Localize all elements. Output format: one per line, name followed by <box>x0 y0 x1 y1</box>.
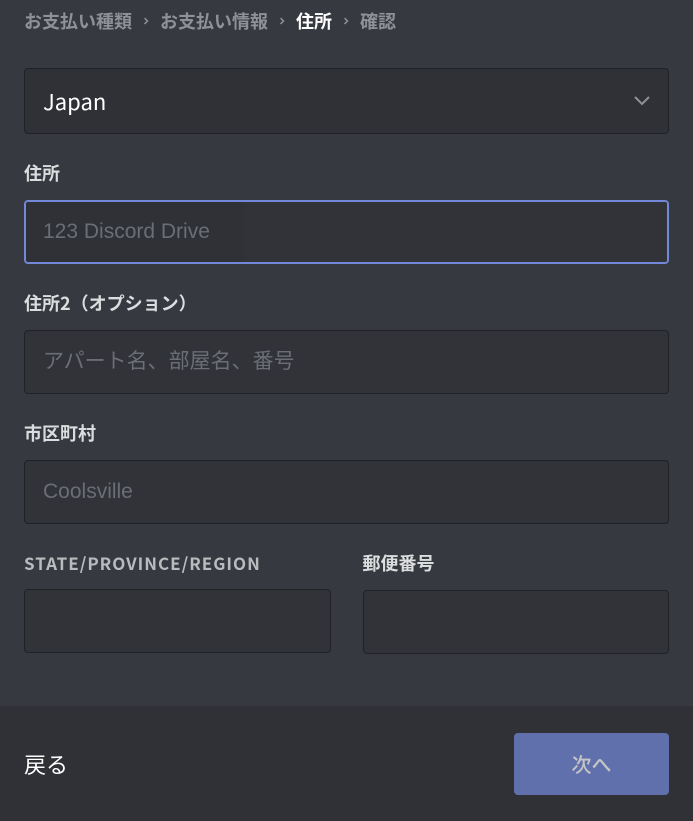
state-input[interactable] <box>24 589 331 653</box>
chevron-right-icon <box>140 15 152 27</box>
city-input[interactable] <box>24 460 669 524</box>
chevron-right-icon <box>276 15 288 27</box>
breadcrumb-step-payment-type: お支払い種類 <box>24 8 132 34</box>
breadcrumb-step-payment-info: お支払い情報 <box>160 8 268 34</box>
postal-input[interactable] <box>363 590 670 654</box>
modal-footer: 戻る 次へ <box>0 706 693 821</box>
chevron-right-icon <box>340 15 352 27</box>
country-select-value: Japan <box>43 85 106 117</box>
back-button[interactable]: 戻る <box>24 748 68 780</box>
breadcrumb-step-confirm: 確認 <box>360 8 396 34</box>
city-label: 市区町村 <box>24 420 669 446</box>
address1-input[interactable] <box>24 200 669 264</box>
state-label: STATE/PROVINCE/REGION <box>24 550 331 575</box>
address1-label: 住所 <box>24 160 669 186</box>
address2-label: 住所2（オプション） <box>24 290 669 316</box>
country-select[interactable]: Japan <box>24 68 669 134</box>
next-button[interactable]: 次へ <box>514 733 669 795</box>
caret-down-icon <box>634 96 650 106</box>
breadcrumb-step-address: 住所 <box>296 8 332 34</box>
postal-label: 郵便番号 <box>363 550 670 576</box>
address2-input[interactable] <box>24 330 669 394</box>
breadcrumb: お支払い種類 お支払い情報 住所 確認 <box>24 0 669 58</box>
